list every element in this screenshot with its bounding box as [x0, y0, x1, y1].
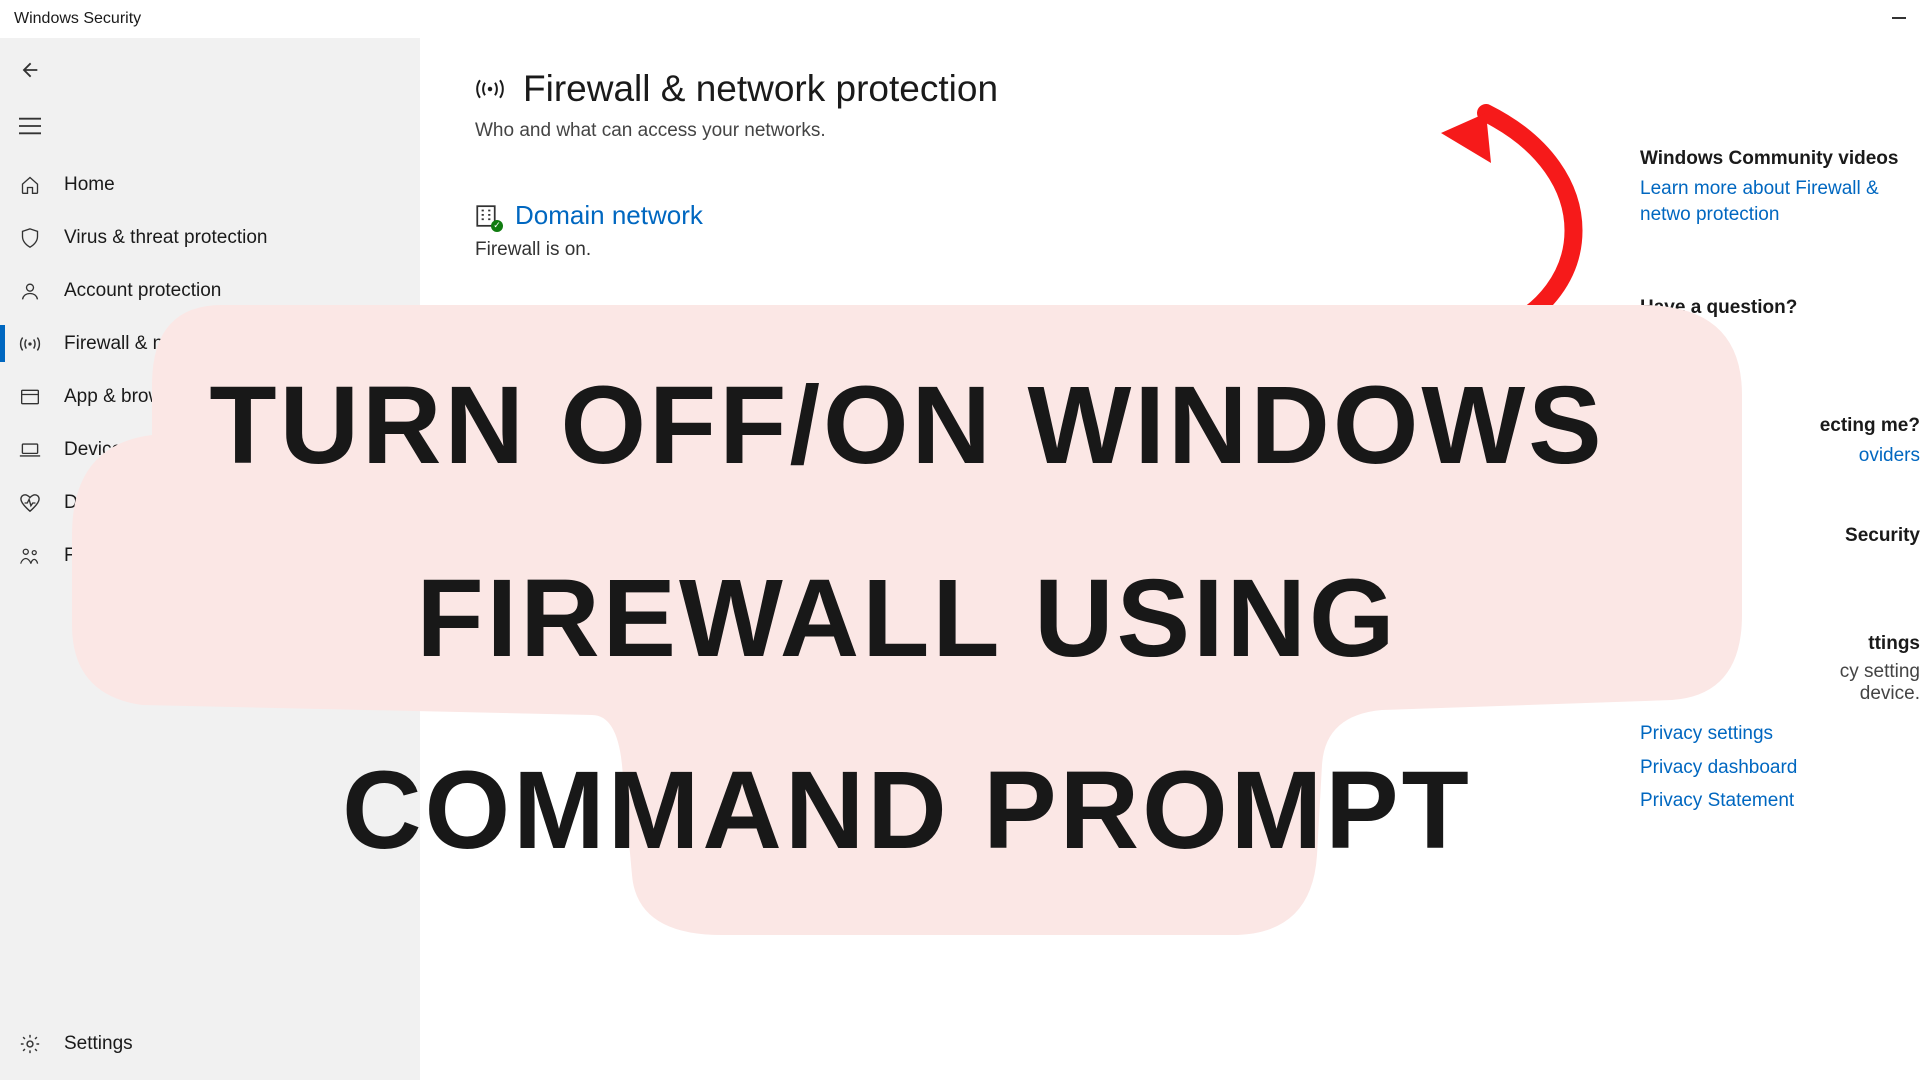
antenna-icon	[18, 334, 42, 354]
laptop-icon	[18, 441, 42, 459]
sidebar-item-label: Device perf	[64, 492, 160, 514]
home-icon	[18, 175, 42, 195]
shield-icon	[18, 227, 42, 249]
right-column: Windows Community videos Learn more abou…	[1640, 148, 1920, 884]
window-title: Windows Security	[14, 10, 141, 28]
sidebar-item-label: Account protection	[64, 280, 221, 302]
sidebar-item-label: Settings	[64, 1033, 133, 1055]
protecting-partial: ecting me?	[1640, 415, 1920, 437]
privacy-dashboard-link[interactable]: Privacy dashboard	[1640, 755, 1920, 781]
sidebar-item-label: Home	[64, 174, 115, 196]
sidebar: Home Virus & threat protection Account p…	[0, 38, 420, 1080]
sidebar-item-label: F	[64, 545, 76, 567]
window-titlebar: Windows Security	[0, 0, 1920, 38]
community-videos-head: Windows Community videos	[1640, 148, 1920, 170]
sidebar-item-family[interactable]: F	[0, 529, 420, 582]
page-header: Firewall & network protection	[475, 68, 1870, 110]
sidebar-item-device-perf[interactable]: Device perf	[0, 476, 420, 529]
heart-icon	[18, 493, 42, 513]
hamburger-icon	[19, 117, 41, 135]
family-icon	[18, 546, 42, 566]
cy-setting-partial: cy setting	[1640, 661, 1920, 683]
sidebar-item-home[interactable]: Home	[0, 158, 420, 211]
check-badge-icon: ✓	[491, 220, 503, 232]
ttings-partial: ttings	[1640, 633, 1920, 655]
back-button[interactable]	[0, 42, 60, 98]
privacy-settings-link[interactable]: Privacy settings	[1640, 721, 1920, 747]
privacy-statement-link[interactable]: Privacy Statement	[1640, 788, 1920, 814]
sidebar-item-device-security[interactable]: Device security	[0, 423, 420, 476]
question-head: Have a question?	[1640, 297, 1920, 319]
domain-network-link[interactable]: Domain network	[515, 200, 703, 231]
back-arrow-icon	[19, 59, 41, 81]
page-subtitle: Who and what can access your networks.	[475, 120, 1870, 142]
sidebar-item-firewall[interactable]: Firewall & netw	[0, 317, 420, 370]
page-title: Firewall & network protection	[523, 68, 998, 110]
antenna-icon	[475, 75, 505, 103]
device-partial: device.	[1640, 683, 1920, 705]
building-icon: ✓	[475, 204, 497, 228]
sidebar-item-label: Device security	[64, 439, 193, 461]
minimize-button[interactable]	[1892, 10, 1906, 28]
learn-more-link[interactable]: Learn more about Firewall & netwo protec…	[1640, 176, 1920, 227]
person-icon	[18, 281, 42, 301]
window-icon	[18, 388, 42, 406]
main-content: Firewall & network protection Who and wh…	[420, 38, 1920, 1080]
security-partial: Security	[1640, 525, 1920, 547]
gear-icon	[18, 1033, 42, 1055]
sidebar-item-label: Virus & threat protection	[64, 227, 267, 249]
nav-list: Home Virus & threat protection Account p…	[0, 158, 420, 1017]
sidebar-item-label: App & browser	[64, 386, 189, 408]
sidebar-item-account[interactable]: Account protection	[0, 264, 420, 317]
sidebar-item-label: Firewall & netw	[64, 333, 193, 355]
sidebar-item-settings[interactable]: Settings	[0, 1017, 420, 1070]
providers-partial[interactable]: oviders	[1640, 443, 1920, 469]
sidebar-item-virus[interactable]: Virus & threat protection	[0, 211, 420, 264]
sidebar-item-app-browser[interactable]: App & browser	[0, 370, 420, 423]
menu-button[interactable]	[0, 98, 60, 154]
